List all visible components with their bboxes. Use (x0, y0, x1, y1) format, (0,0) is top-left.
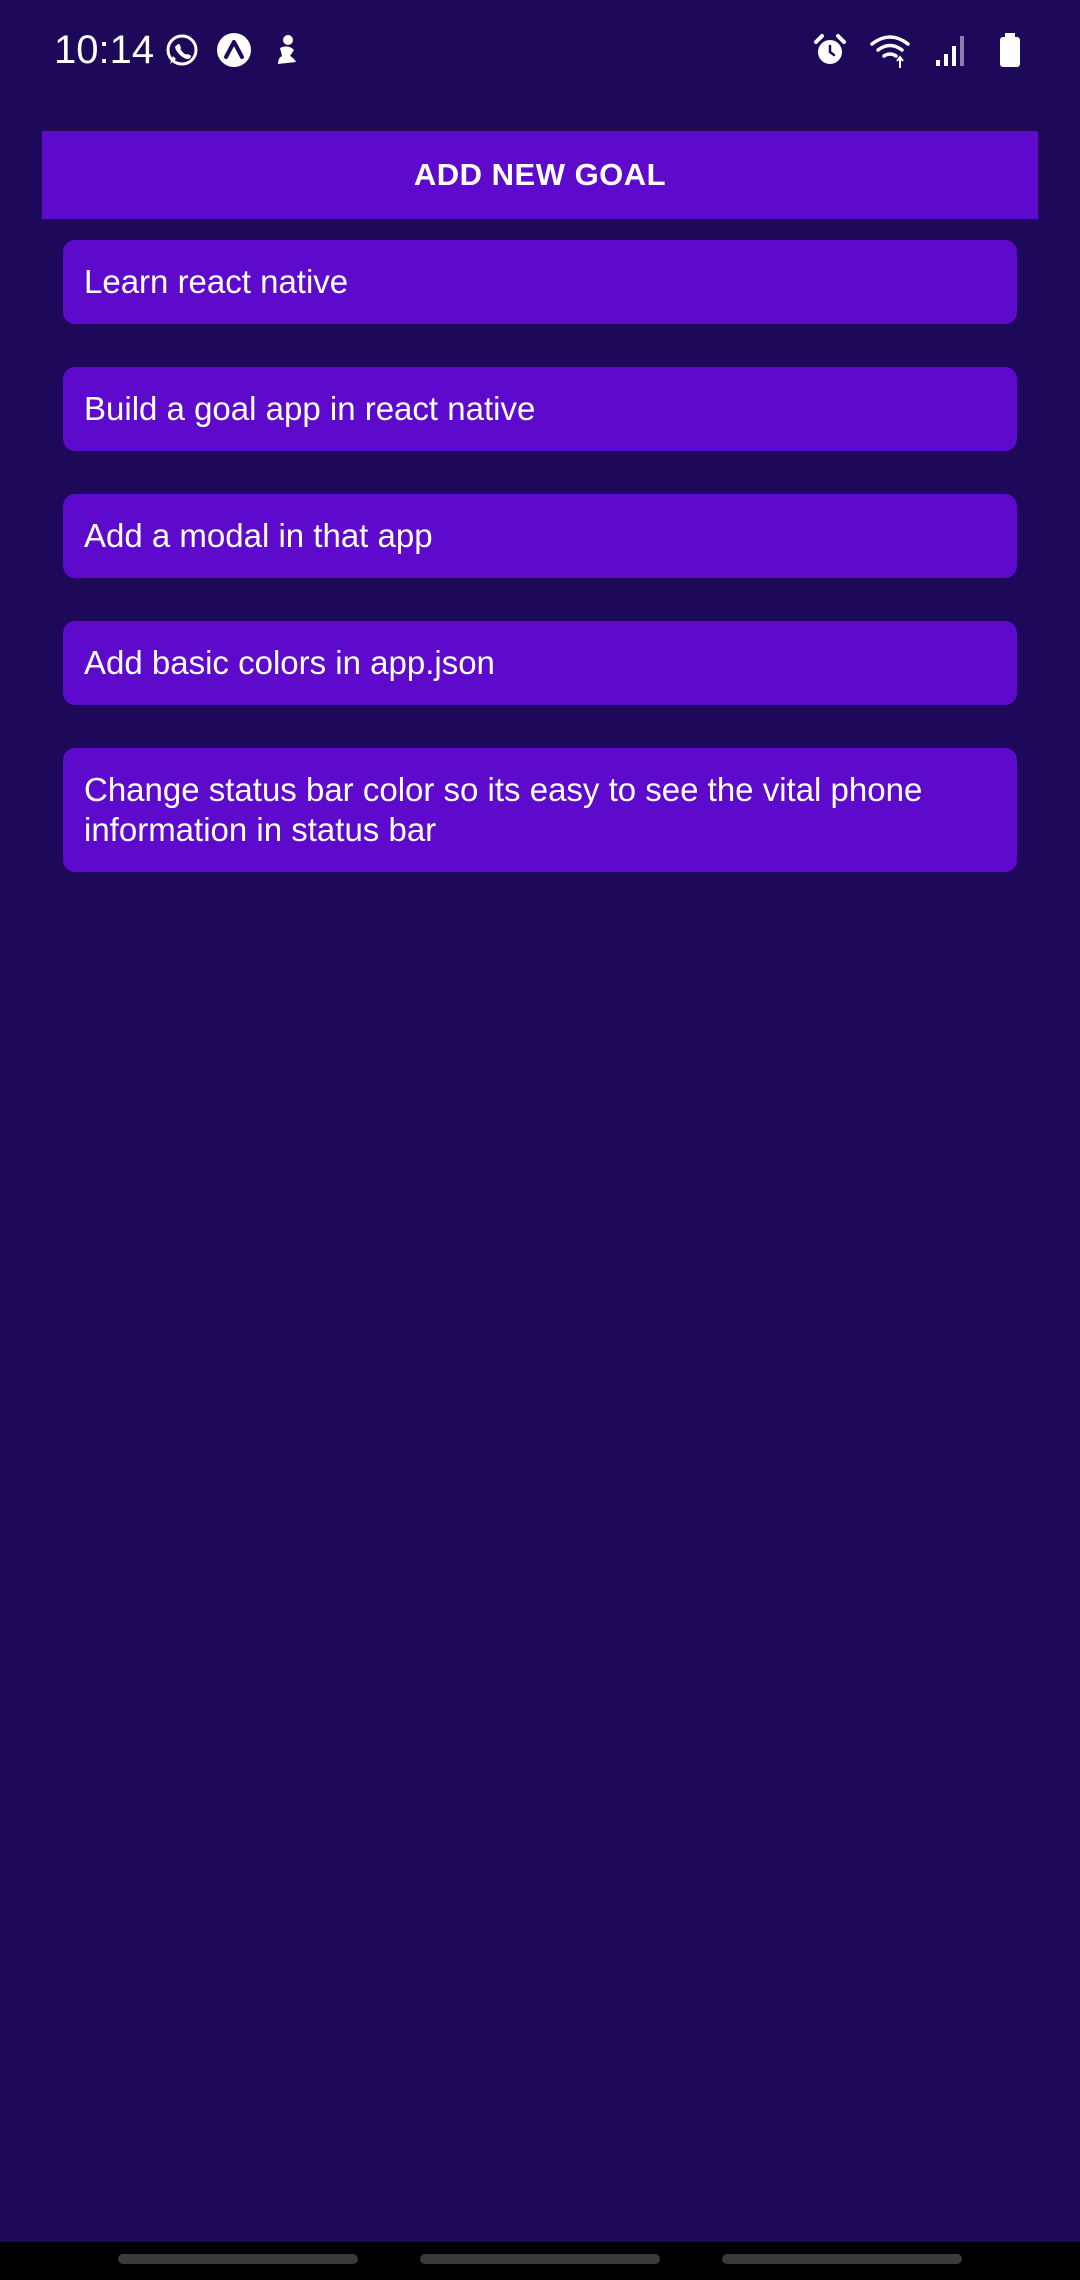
status-left-icons (162, 30, 306, 70)
wifi-icon (870, 30, 910, 70)
signal-icon (930, 30, 970, 70)
nav-handle-left[interactable] (118, 2254, 358, 2264)
goal-item-learn-react-native[interactable]: Learn react native (63, 240, 1017, 324)
goal-item-add-basic-colors[interactable]: Add basic colors in app.json (63, 621, 1017, 705)
goal-item-change-status-bar-color[interactable]: Change status bar color so its easy to s… (63, 748, 1017, 872)
status-time: 10:14 (54, 28, 155, 72)
nav-handle-center[interactable] (420, 2254, 660, 2264)
nav-handle-right[interactable] (722, 2254, 962, 2264)
expo-icon (214, 30, 254, 70)
app-screen: 10:14 ADD NEW GOAL Learn react native Bu… (0, 0, 1080, 2280)
goal-item-add-modal[interactable]: Add a modal in that app (63, 494, 1017, 578)
add-new-goal-button[interactable]: ADD NEW GOAL (42, 131, 1038, 219)
navigation-bar (0, 2242, 1080, 2280)
goal-item-build-goal-app[interactable]: Build a goal app in react native (63, 367, 1017, 451)
notification-icon (266, 30, 306, 70)
goals-list: Learn react native Build a goal app in r… (63, 240, 1017, 915)
alarm-icon (810, 30, 850, 70)
status-bar: 10:14 (0, 0, 1080, 100)
status-right-icons (810, 30, 1030, 70)
battery-icon (990, 30, 1030, 70)
whatsapp-icon (162, 30, 202, 70)
